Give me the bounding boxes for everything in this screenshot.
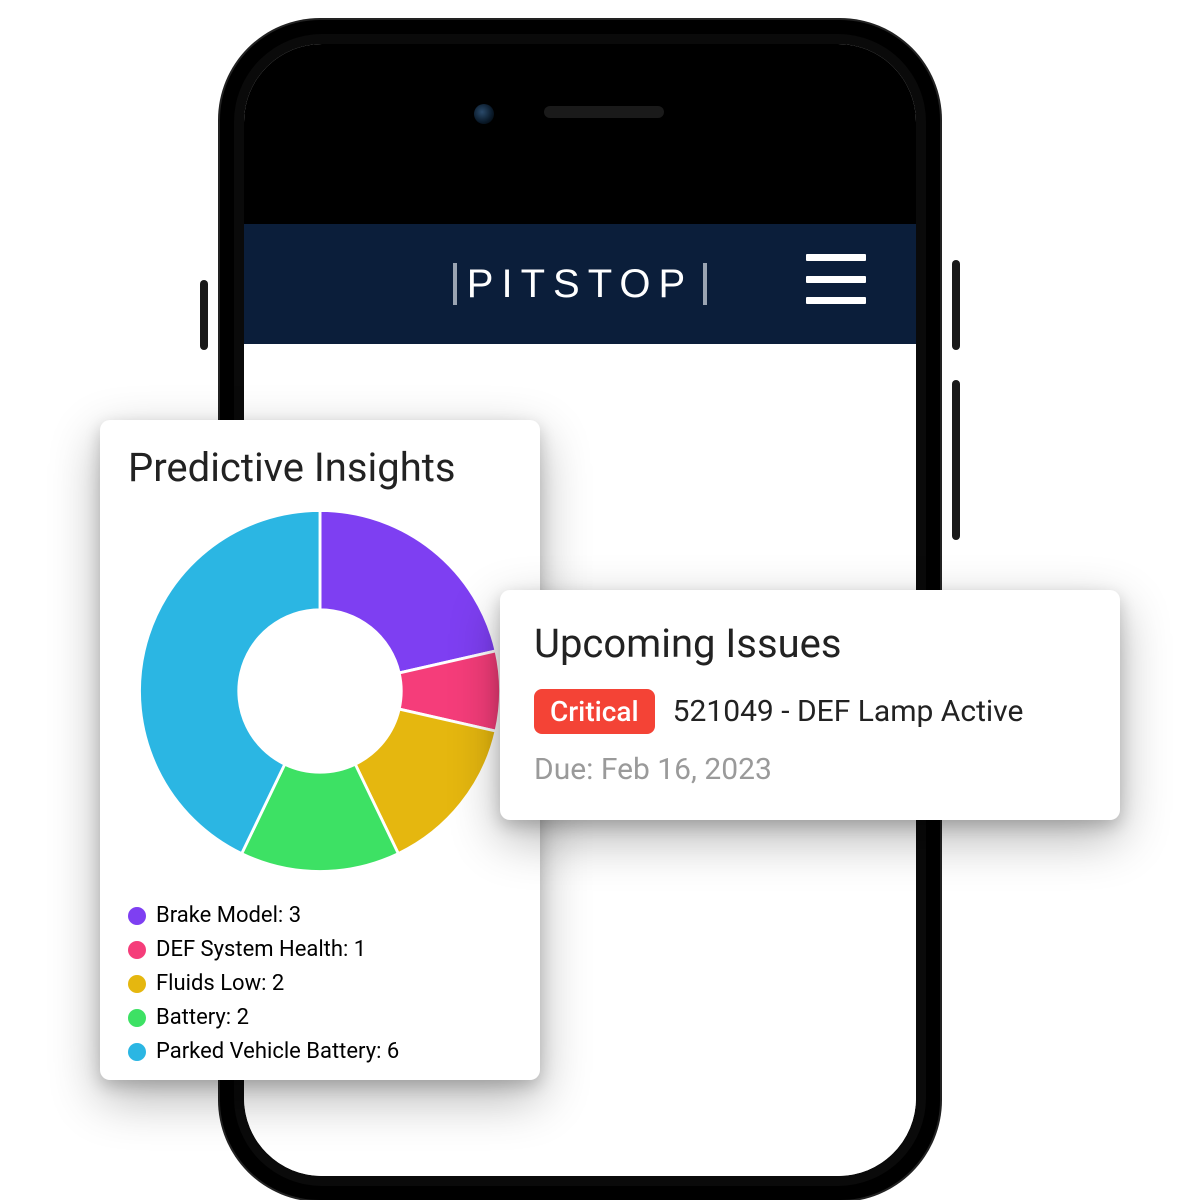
speaker-icon <box>544 106 664 118</box>
brand-text: PITSTOP <box>467 262 693 307</box>
donut-chart <box>130 501 510 881</box>
logo-bar-icon <box>453 263 457 305</box>
phone-side-button <box>952 380 960 540</box>
legend-label: DEF System Health: 1 <box>156 933 366 967</box>
predictive-insights-card: Predictive Insights Brake Model: 3DEF Sy… <box>100 420 540 1080</box>
legend-item[interactable]: Brake Model: 3 <box>128 899 512 933</box>
hamburger-menu-icon[interactable] <box>806 254 866 304</box>
legend-swatch-icon <box>128 1009 146 1027</box>
upcoming-issues-card: Upcoming Issues Critical 521049 - DEF La… <box>500 590 1120 820</box>
donut-slice[interactable] <box>320 511 496 673</box>
app-header: PITSTOP <box>244 224 916 344</box>
legend-swatch-icon <box>128 975 146 993</box>
phone-top-bezel <box>244 44 916 224</box>
issue-row[interactable]: Critical 521049 - DEF Lamp Active <box>534 689 1086 734</box>
phone-side-button <box>952 260 960 350</box>
insights-title: Predictive Insights <box>128 444 512 491</box>
legend-item[interactable]: Parked Vehicle Battery: 6 <box>128 1035 512 1069</box>
legend-item[interactable]: Fluids Low: 2 <box>128 967 512 1001</box>
phone-side-button <box>200 280 208 350</box>
legend-swatch-icon <box>128 907 146 925</box>
brand-logo: PITSTOP <box>453 262 707 307</box>
issues-title: Upcoming Issues <box>534 620 1086 667</box>
logo-bar-icon <box>703 263 707 305</box>
legend-swatch-icon <box>128 941 146 959</box>
legend-swatch-icon <box>128 1043 146 1061</box>
camera-icon <box>474 104 494 124</box>
issue-due: Due: Feb 16, 2023 <box>534 752 1086 787</box>
legend-label: Fluids Low: 2 <box>156 967 284 1001</box>
chart-legend: Brake Model: 3DEF System Health: 1Fluids… <box>128 899 512 1069</box>
legend-label: Parked Vehicle Battery: 6 <box>156 1035 399 1069</box>
legend-label: Battery: 2 <box>156 1001 249 1035</box>
status-badge: Critical <box>534 689 655 734</box>
legend-label: Brake Model: 3 <box>156 899 301 933</box>
legend-item[interactable]: Battery: 2 <box>128 1001 512 1035</box>
issue-text: 521049 - DEF Lamp Active <box>673 694 1024 729</box>
legend-item[interactable]: DEF System Health: 1 <box>128 933 512 967</box>
